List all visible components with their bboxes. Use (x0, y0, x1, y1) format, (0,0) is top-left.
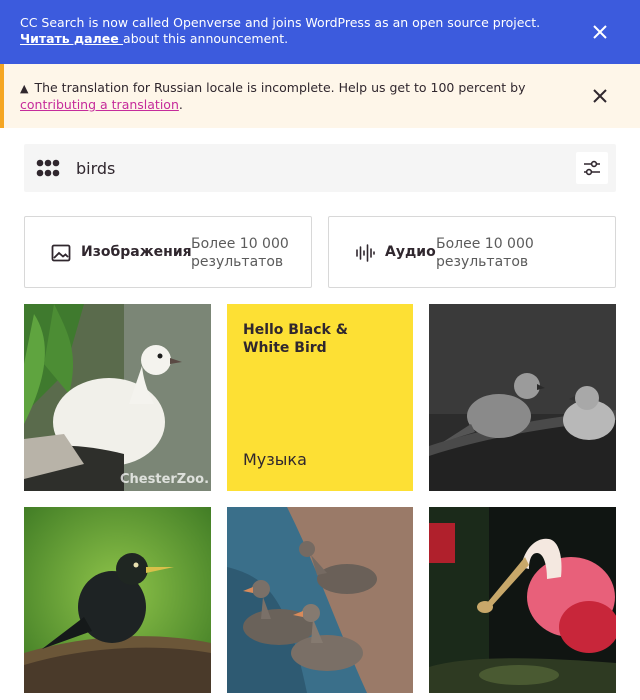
image-result-dove[interactable]: ChesterZoo. (24, 304, 211, 491)
audio-track-title: Hello Black & White Bird (243, 322, 348, 356)
photo-watermark: ChesterZoo. (120, 472, 210, 487)
close-icon (593, 89, 607, 103)
search-input[interactable] (76, 152, 556, 184)
image-result-geese[interactable] (227, 507, 413, 693)
translation-notice: ▲ The translation for Russian locale is … (0, 64, 640, 128)
search-bar (24, 144, 616, 192)
dove-photo (24, 304, 211, 491)
close-icon (593, 25, 607, 39)
contribute-translation-link[interactable]: contributing a translation (20, 97, 179, 112)
announcement-banner: CC Search is now called Openverse and jo… (0, 0, 640, 64)
filter-sliders-icon (584, 160, 600, 176)
images-results-card[interactable]: Изображения Более 10 000 результатов (24, 216, 312, 288)
announcement-text: CC Search is now called Openverse and jo… (20, 15, 560, 47)
image-result-sparrows[interactable] (429, 304, 616, 491)
warning-icon: ▲ (20, 82, 29, 95)
audio-genre: Музыка (243, 450, 307, 469)
starling-photo (24, 507, 211, 693)
audio-results-card[interactable]: Аудио Более 10 000 результатов (328, 216, 616, 288)
images-label: Изображения (81, 244, 192, 260)
translation-suffix: . (178, 97, 183, 112)
spoonbill-photo (429, 507, 616, 693)
audio-label: Аудио (385, 244, 436, 260)
image-result-starling[interactable] (24, 507, 211, 693)
openverse-logo-icon[interactable] (36, 156, 60, 180)
audio-count: Более 10 000 результатов (436, 236, 534, 270)
audio-result-card[interactable]: Hello Black & White Bird Музыка (227, 304, 413, 491)
translation-notice-text: ▲ The translation for Russian locale is … (20, 80, 540, 113)
announcement-suffix: about this announcement. (123, 31, 289, 46)
sparrows-photo (429, 304, 616, 491)
close-announcement-button[interactable] (584, 16, 616, 48)
images-count: Более 10 000 результатов (191, 236, 289, 270)
audio-waveform-icon (356, 244, 375, 262)
image-icon (51, 244, 71, 262)
geese-photo (227, 507, 413, 693)
translation-message: The translation for Russian locale is in… (34, 80, 526, 95)
read-more-link[interactable]: Читать далее (20, 31, 123, 46)
announcement-message: CC Search is now called Openverse and jo… (20, 15, 541, 30)
close-translation-notice-button[interactable] (584, 80, 616, 112)
filters-button[interactable] (576, 152, 608, 184)
image-result-spoonbill[interactable] (429, 507, 616, 693)
